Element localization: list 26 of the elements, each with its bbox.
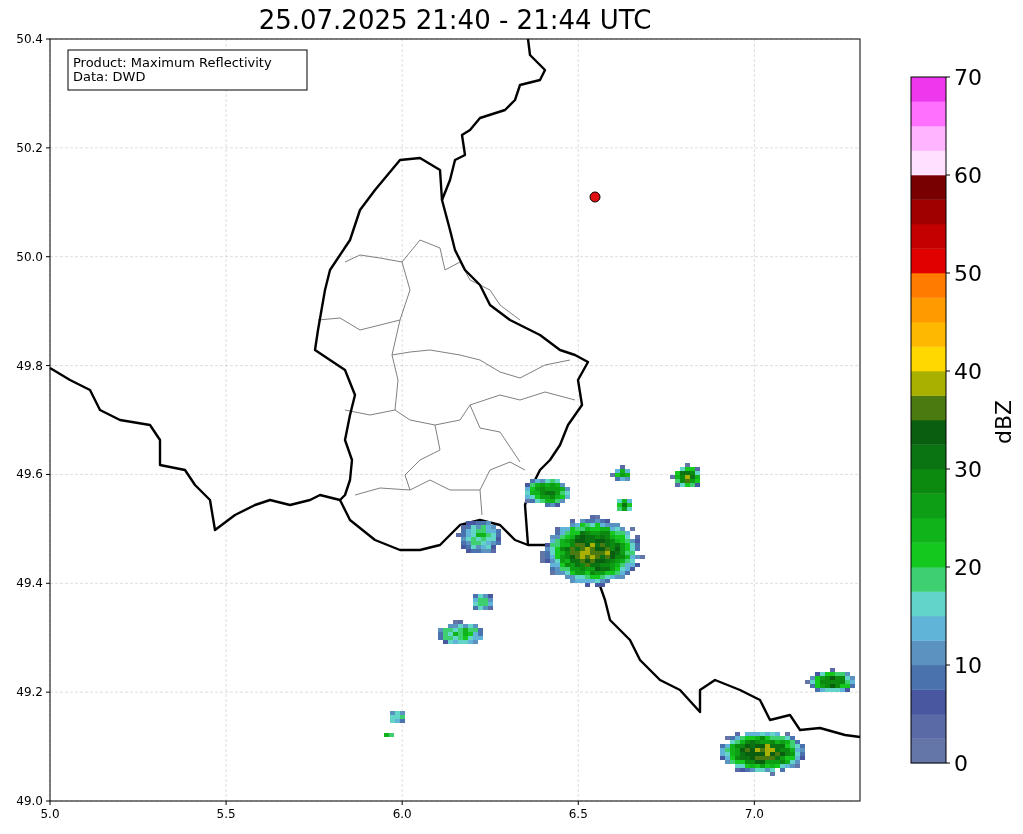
axis-tick-label: 49.4 <box>16 576 43 591</box>
colorbar-tick-label: 40 <box>954 359 982 384</box>
colorbar-tick-label: 0 <box>954 751 968 776</box>
axis-tick-label: 6.0 <box>392 807 412 821</box>
axis-tick-label: 5.5 <box>216 807 236 821</box>
legend-text: Product: Maximum Reflectivity <box>73 55 272 70</box>
colorbar-tick-label: 70 <box>954 65 982 90</box>
colorbar-tick-label: 30 <box>954 457 982 482</box>
colorbar-tick-label: 50 <box>954 261 982 286</box>
axis-tick-label: 49.0 <box>16 794 43 808</box>
axis-tick-label: 7.0 <box>744 807 764 821</box>
axis-tick-label: 50.2 <box>16 140 43 155</box>
colorbar-tick-label: 20 <box>954 555 982 580</box>
axis-tick-label: 49.6 <box>16 467 43 482</box>
colorbar-tick-label: 10 <box>954 653 982 678</box>
axis-tick-label: 6.5 <box>568 807 588 821</box>
colorbar-label: dBZ <box>991 399 1016 445</box>
axis-tick-label: 49.2 <box>16 685 43 700</box>
chart-title: 25.07.2025 21:40 - 21:44 UTC <box>258 4 652 35</box>
axis-tick-label: 50.4 <box>16 32 43 46</box>
location-marker <box>589 191 601 203</box>
axis-tick-label: 49.8 <box>16 358 43 373</box>
axis-tick-label: 50.0 <box>16 249 43 264</box>
legend-text: Data: DWD <box>73 69 146 84</box>
colorbar-tick-label: 60 <box>954 163 982 188</box>
axis-tick-label: 5.0 <box>40 807 60 821</box>
